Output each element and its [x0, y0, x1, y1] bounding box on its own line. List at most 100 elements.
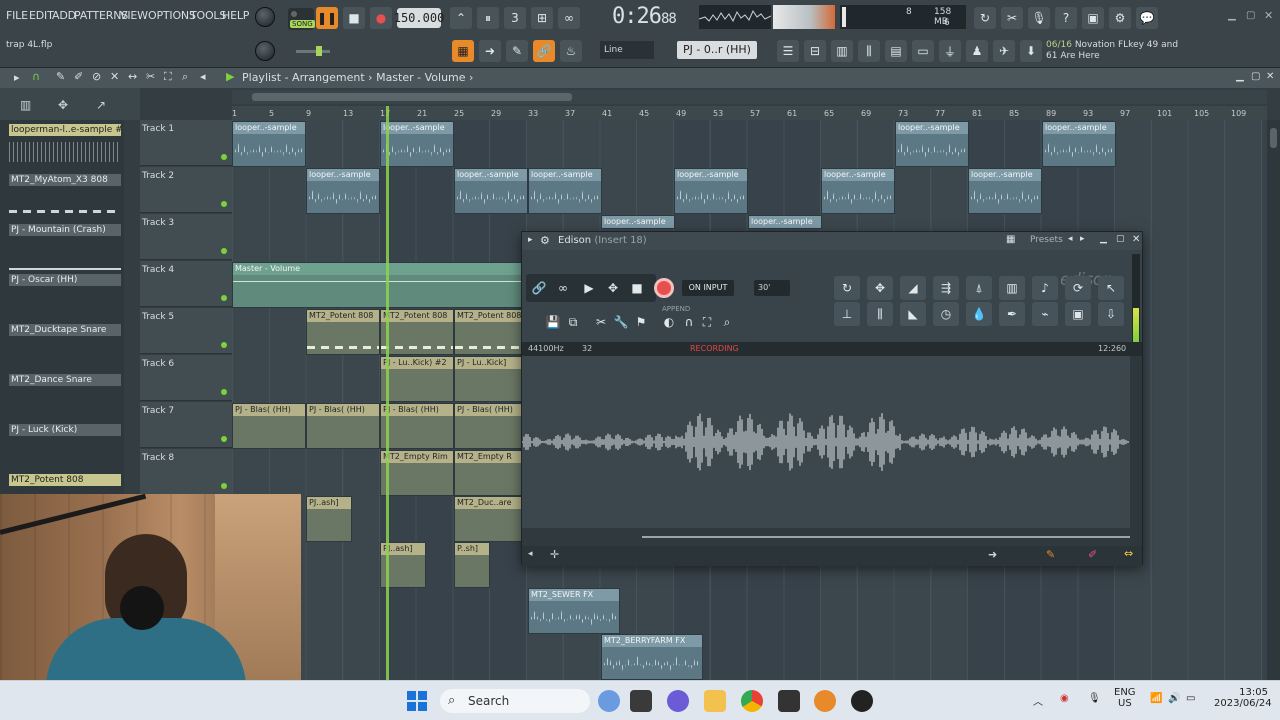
edison-minimize-icon[interactable]: ▁ — [1100, 234, 1107, 244]
clock[interactable]: 13:05 2023/06/24 — [1214, 687, 1272, 709]
edison-maximize-icon[interactable]: ▢ — [1116, 234, 1125, 244]
tempo-display[interactable]: 150.000 — [394, 8, 444, 28]
automation-picker-icon[interactable]: ✥ — [58, 98, 68, 112]
taskbar-search[interactable]: ⌕ Search — [440, 689, 590, 713]
save-icon[interactable]: ▣ — [1082, 7, 1104, 29]
fl-studio-icon[interactable] — [814, 690, 836, 712]
metronome-icon[interactable]: ⌃ — [450, 7, 472, 29]
picker-item[interactable]: PJ - Mountain (Crash) — [9, 224, 121, 274]
playlist-maximize-icon[interactable]: ▢ — [1251, 71, 1260, 82]
time-icon[interactable]: ◷ — [933, 302, 959, 326]
eq-icon[interactable]: ▥ — [999, 276, 1025, 300]
pattern-clip[interactable]: P..sh] — [454, 542, 490, 588]
song-time-display[interactable]: 0:2688 — [612, 4, 677, 29]
audio-clip[interactable]: looper..-sample — [895, 121, 969, 167]
pause-button[interactable]: ❚❚ — [316, 7, 338, 29]
trim-icon[interactable]: ⇶ — [933, 276, 959, 300]
channel-rack-icon[interactable]: ⊟ — [804, 40, 826, 62]
menu-view[interactable]: VIEW — [120, 9, 148, 22]
edison-titlebar[interactable]: ▸ ⚙ Edison (Insert 18) ▦ Presets ◂ ▸ ▁ ▢… — [522, 232, 1142, 250]
tray-app-icon[interactable]: ◉ — [1060, 693, 1069, 704]
pattern-picker-icon[interactable]: ▥ — [20, 98, 31, 112]
record-mode-select[interactable]: ON INPUT — [682, 280, 734, 296]
cut-icon[interactable]: ✂ — [1001, 7, 1023, 29]
vertical-scrollbar[interactable] — [1267, 120, 1280, 680]
picker-item[interactable]: PJ - Luck (Kick) — [9, 424, 121, 474]
mute-tool-icon[interactable]: ✕ — [110, 70, 119, 83]
track-enable-led[interactable] — [221, 389, 227, 395]
tool-icon[interactable]: ✈ — [993, 40, 1015, 62]
audio-clip[interactable]: MT2_SEWER FX — [528, 588, 620, 634]
declick-icon[interactable]: ⍋ — [966, 276, 992, 300]
track-header[interactable]: Track 2 — [140, 167, 232, 213]
pattern-clip[interactable]: PJ - Blas( (HH) — [380, 403, 454, 449]
loop-tool-icon[interactable]: ⟳ — [1065, 276, 1091, 300]
track-header[interactable]: Track 6 — [140, 355, 232, 401]
audio-clip[interactable]: looper..-sample — [306, 168, 380, 214]
audio-clip[interactable]: looper..-sample — [748, 215, 822, 229]
slider-handle[interactable] — [316, 46, 322, 56]
pattern-clip[interactable]: PJ - Blas( (HH) — [306, 403, 380, 449]
audio-clip[interactable]: looper..-sample — [380, 121, 454, 167]
pen-icon[interactable]: ✒ — [999, 302, 1025, 326]
battery-icon[interactable]: ▭ — [1186, 693, 1195, 704]
menu-add[interactable]: ADD — [52, 9, 76, 22]
piano-roll-icon[interactable]: ▥ — [831, 40, 853, 62]
stop-button[interactable]: ■ — [343, 7, 365, 29]
fade-icon[interactable]: ◢ — [900, 276, 926, 300]
expand-icon[interactable]: ▸ — [14, 71, 20, 84]
arrow-icon[interactable]: ➜ — [479, 40, 501, 62]
paint-tool-icon[interactable]: ✐ — [74, 70, 83, 83]
horizontal-scrollbar[interactable] — [232, 90, 1267, 104]
vscroll-thumb[interactable] — [1270, 128, 1277, 148]
picker-item[interactable]: MT2_MyAtom_X3 808 — [9, 174, 121, 224]
send-to-playlist-icon[interactable]: ➜ — [988, 548, 997, 561]
pattern-clip[interactable]: PJ - Lu..Kick] — [454, 356, 522, 402]
main-volume-knob[interactable] — [255, 7, 275, 27]
volume-icon[interactable]: 🔊 — [1168, 693, 1180, 704]
pattern-clip[interactable]: MT2_Empty R — [454, 450, 522, 496]
play-icon[interactable]: ▶ — [226, 70, 234, 83]
wifi-icon[interactable]: 📶 — [1150, 693, 1162, 704]
wait-input-icon[interactable]: ⏸ — [477, 7, 499, 29]
collapse-icon[interactable]: ▸ — [528, 235, 533, 245]
pattern-selector[interactable]: PJ - 0..r (HH) — [677, 41, 757, 59]
chat-icon[interactable]: 💬 — [1136, 7, 1158, 29]
menu-help[interactable]: HELP — [222, 9, 249, 22]
marker-add-icon[interactable]: ✛ — [550, 548, 559, 561]
edison-close-icon[interactable]: ✕ — [1132, 234, 1140, 245]
playhead[interactable] — [386, 106, 389, 680]
help-icon[interactable]: ? — [1055, 7, 1077, 29]
track-header[interactable]: Track 4 — [140, 261, 232, 307]
draw-tool-icon[interactable]: ✎ — [56, 70, 65, 83]
stop-icon[interactable]: ■ — [626, 278, 648, 298]
picker-item[interactable]: PJ - Oscar (HH) — [9, 274, 121, 324]
playlist-close-icon[interactable]: ✕ — [1266, 71, 1274, 82]
task-view-icon[interactable] — [630, 690, 652, 712]
marker-icon[interactable]: ⚑ — [630, 312, 652, 332]
picker-item[interactable]: MT2_Dance Snare — [9, 374, 121, 424]
file-explorer-icon[interactable] — [704, 690, 726, 712]
plug-icon[interactable]: ⏚ — [939, 40, 961, 62]
picker-item[interactable]: looperman-l..e-sample #2 — [9, 124, 121, 174]
convolve-icon[interactable]: ▣ — [1065, 302, 1091, 326]
audio-clip[interactable]: looper..-sample — [232, 121, 306, 167]
zoom-icon[interactable]: ⌕ — [716, 312, 738, 332]
audio-clip[interactable]: looper..-sample — [1042, 121, 1116, 167]
window-close-icon[interactable]: ✕ — [1264, 9, 1273, 22]
slip-tool-icon[interactable]: ↔ — [128, 70, 137, 83]
track-enable-led[interactable] — [221, 295, 227, 301]
move-icon[interactable]: ✥ — [867, 276, 893, 300]
picker-item[interactable]: MT2_Potent 808 — [9, 474, 121, 494]
browser-icon[interactable]: ▭ — [912, 40, 934, 62]
plugin-db-icon[interactable]: ▤ — [885, 40, 907, 62]
track-header[interactable]: Track 7 — [140, 402, 232, 448]
track-header[interactable]: Track 8 — [140, 449, 232, 495]
capcut-icon[interactable] — [778, 690, 800, 712]
window-maximize-icon[interactable]: ▢ — [1246, 10, 1255, 21]
download-icon[interactable]: ⬇ — [1020, 40, 1042, 62]
mic-tray-icon[interactable]: 🎙 — [1088, 693, 1101, 704]
automation-clip[interactable]: Master - Volume — [232, 262, 522, 308]
track-enable-led[interactable] — [221, 436, 227, 442]
tray-overflow-icon[interactable]: ︿ — [1033, 693, 1043, 708]
